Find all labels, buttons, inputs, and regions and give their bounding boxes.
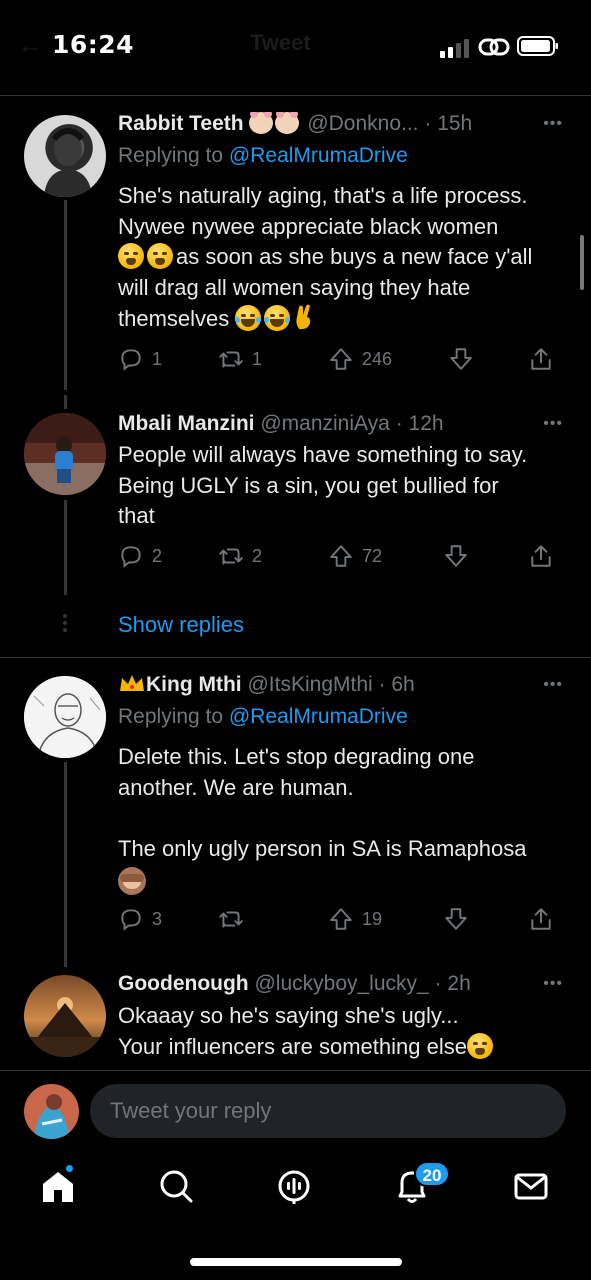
tweet-text-line: Your influencers are something else <box>118 1032 573 1063</box>
avatar[interactable] <box>24 975 106 1057</box>
search-icon <box>160 1170 193 1203</box>
timestamp: · 2h <box>434 972 471 995</box>
new-content-dot <box>64 1163 75 1174</box>
weary-face-emoji-icon <box>466 1032 493 1059</box>
tweet-text-line-part: Your influencers are something else <box>118 1033 467 1059</box>
own-avatar[interactable] <box>24 1084 79 1139</box>
tweet-header: Goodenough @luckyboy_lucky_ · 2h <box>118 972 571 996</box>
notifications-badge: 20 <box>414 1161 450 1187</box>
tweet-text-line: Okaaay so he's saying she's ugly... <box>118 1003 459 1028</box>
display-name[interactable]: Goodenough <box>118 972 249 995</box>
messages-icon <box>514 1173 548 1200</box>
tweet-text: Okaaay so he's saying she's ugly... Your… <box>118 1001 573 1062</box>
tweet-reply-input[interactable]: Tweet your reply <box>90 1084 566 1138</box>
spaces-icon <box>278 1170 310 1204</box>
tweet-goodenough[interactable]: Goodenough @luckyboy_lucky_ · 2h ••• Oka… <box>0 0 591 1068</box>
home-indicator[interactable] <box>190 1258 402 1266</box>
tab-spaces[interactable] <box>274 1166 314 1206</box>
user-handle[interactable]: @luckyboy_lucky_ <box>254 972 428 995</box>
more-options-icon[interactable]: ••• <box>543 975 563 993</box>
tab-messages[interactable] <box>511 1166 551 1206</box>
tab-search[interactable] <box>156 1166 196 1206</box>
reply-composer-bar: Tweet your reply <box>0 1070 591 1150</box>
